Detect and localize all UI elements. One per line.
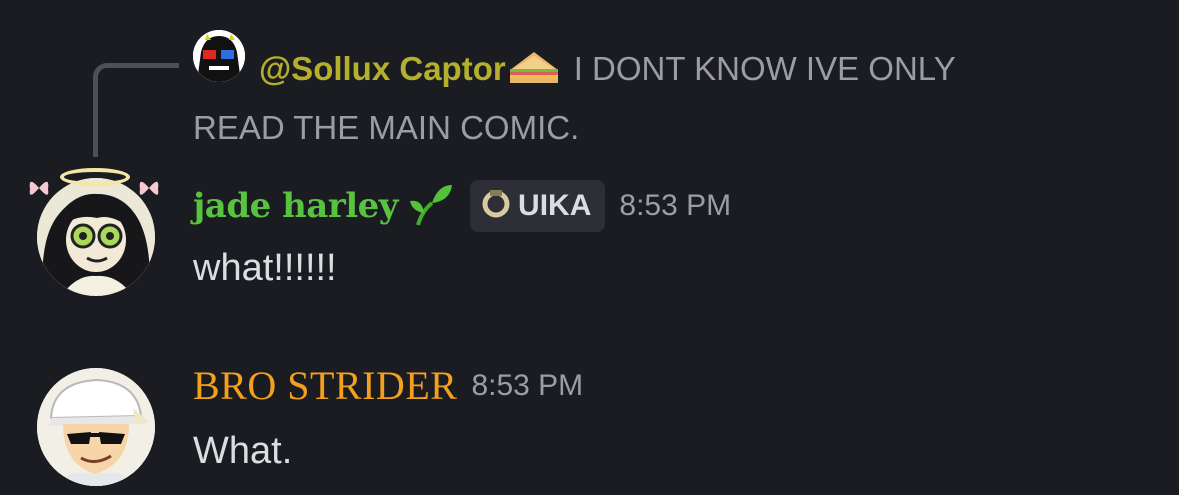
avatar-bro-strider[interactable] bbox=[37, 368, 155, 486]
username-bro-strider[interactable]: BRO STRIDER bbox=[193, 362, 457, 409]
message-header: jade harley UIKA 8:53 PM bbox=[193, 180, 731, 232]
halo-decoration bbox=[60, 168, 130, 186]
bow-right-decoration bbox=[136, 175, 162, 201]
role-badge-label: UIKA bbox=[518, 189, 592, 222]
role-badge[interactable]: UIKA bbox=[470, 180, 606, 232]
reply-connector bbox=[93, 63, 179, 157]
ring-icon bbox=[480, 186, 512, 226]
sandwich-icon bbox=[508, 48, 560, 95]
message-header: BRO STRIDER 8:53 PM bbox=[193, 362, 583, 412]
reply-text-line2: READ THE MAIN COMIC. bbox=[193, 109, 580, 146]
reply-author-mention[interactable]: @Sollux Captor bbox=[259, 50, 506, 87]
chat-log: @Sollux Captor I DONT KNOW IVE ONLY READ… bbox=[0, 0, 1179, 495]
bow-left-decoration bbox=[26, 175, 52, 201]
timestamp[interactable]: 8:53 PM bbox=[471, 369, 583, 403]
reply-text-line1: I DONT KNOW IVE ONLY bbox=[573, 50, 956, 87]
reply-avatar[interactable] bbox=[193, 30, 245, 82]
message-text: What. bbox=[193, 430, 293, 472]
sprout-icon bbox=[408, 181, 454, 232]
username-jade-harley[interactable]: jade harley bbox=[193, 186, 399, 226]
message-text: what!!!!!! bbox=[193, 247, 337, 289]
timestamp[interactable]: 8:53 PM bbox=[619, 189, 731, 223]
